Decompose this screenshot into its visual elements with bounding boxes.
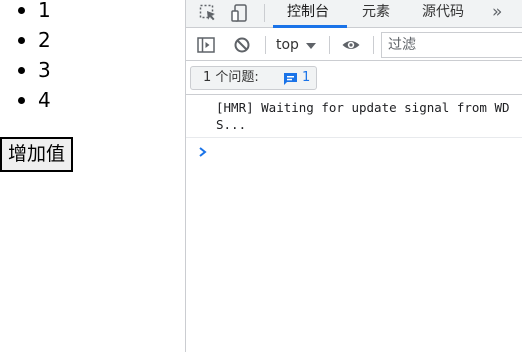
tab-sources[interactable]: 源代码: [422, 0, 464, 28]
console-prompt-icon: [198, 144, 208, 158]
console-message-text: [HMR] Waiting for update signal from WDS…: [216, 100, 510, 132]
chevron-down-icon: [306, 43, 316, 49]
issues-label: 1 个问题:: [203, 70, 259, 85]
context-selector[interactable]: top: [276, 34, 316, 56]
page-content: 1 2 3 4 增加值: [0, 0, 186, 352]
tab-elements[interactable]: 元素: [362, 0, 390, 28]
toolbar-separator: [373, 36, 374, 54]
console-prompt[interactable]: [186, 139, 522, 163]
list-item: 2: [0, 25, 51, 55]
console-message-row: [HMR] Waiting for update signal from WDS…: [186, 96, 522, 138]
more-tabs-button[interactable]: »: [492, 0, 502, 28]
issues-count: 1: [302, 70, 311, 85]
list-item: 3: [0, 55, 51, 85]
devtools-panel: 控制台 元素 源代码 » top 1 个问题: 1: [185, 0, 522, 352]
list-item-text: 1: [38, 0, 51, 22]
list-item-text: 3: [38, 58, 51, 82]
bullet-icon: [18, 67, 25, 74]
issue-message-icon: [283, 71, 299, 85]
issues-button[interactable]: 1 个问题: 1: [190, 66, 317, 90]
context-label: top: [276, 37, 299, 53]
console-toolbar: top: [186, 29, 522, 61]
issues-bar: 1 个问题: 1: [186, 62, 522, 95]
clear-console-icon[interactable]: [232, 35, 252, 55]
bullet-icon: [18, 37, 25, 44]
active-tab-indicator: [273, 25, 347, 28]
tab-console[interactable]: 控制台: [287, 0, 329, 28]
eye-icon[interactable]: [341, 35, 361, 55]
list-item-text: 4: [38, 88, 51, 112]
toolbar-separator: [265, 36, 266, 54]
inspect-element-icon[interactable]: [198, 3, 218, 23]
list-item: 4: [0, 85, 51, 115]
sidebar-toggle-icon[interactable]: [196, 35, 216, 55]
list-item: 1: [0, 0, 51, 25]
toolbar-separator: [329, 36, 330, 54]
tab-separator: [264, 4, 265, 22]
console-filter-input[interactable]: [381, 32, 522, 58]
devtools-tabbar: 控制台 元素 源代码 »: [186, 0, 522, 28]
number-list: 1 2 3 4: [0, 0, 51, 115]
bullet-icon: [18, 97, 25, 104]
device-toolbar-icon[interactable]: [230, 3, 250, 23]
increment-button[interactable]: 增加值: [0, 137, 74, 172]
bullet-icon: [18, 7, 25, 14]
list-item-text: 2: [38, 28, 51, 52]
